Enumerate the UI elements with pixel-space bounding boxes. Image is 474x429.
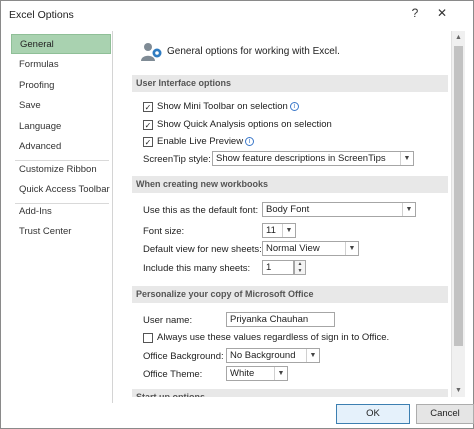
scroll-down-icon[interactable]: ▼ [452, 384, 465, 397]
screentip-style-dropdown[interactable]: Show feature descriptions in ScreenTips … [212, 151, 414, 166]
quick-analysis-checkbox[interactable]: ✓ [143, 120, 153, 130]
office-background-label: Office Background: [143, 351, 224, 362]
default-font-label: Use this as the default font: [143, 205, 259, 216]
chevron-down-icon: ▼ [345, 242, 358, 255]
title-bar: Excel Options ? ✕ [1, 1, 473, 29]
office-background-value: No Background [230, 350, 296, 361]
sidebar-item-add-ins[interactable]: Add-Ins [11, 202, 111, 222]
excel-options-dialog: Excel Options ? ✕ General Formulas Proof… [0, 0, 474, 429]
screentip-style-value: Show feature descriptions in ScreenTips [216, 153, 386, 164]
chevron-down-icon: ▼ [282, 224, 295, 237]
spin-down-icon[interactable]: ▼ [295, 268, 305, 275]
mini-toolbar-checkbox[interactable]: ✓ [143, 102, 153, 112]
category-sidebar: General Formulas Proofing Save Language … [9, 31, 113, 403]
sidebar-item-quick-access-toolbar[interactable]: Quick Access Toolbar [11, 180, 111, 200]
options-panel: General options for working with Excel. … [119, 31, 463, 397]
mini-toolbar-label: Show Mini Toolbar on selection i [157, 101, 299, 112]
font-size-value: 11 [266, 225, 276, 236]
sidebar-item-language[interactable]: Language [11, 117, 111, 137]
section-new-workbooks: When creating new workbooks [132, 176, 448, 193]
sidebar-item-proofing[interactable]: Proofing [11, 76, 111, 96]
chevron-down-icon: ▼ [400, 152, 413, 165]
sidebar-item-save[interactable]: Save [11, 96, 111, 116]
sidebar-item-advanced[interactable]: Advanced [11, 137, 111, 157]
always-use-values-label: Always use these values regardless of si… [157, 332, 390, 343]
options-scrollbar[interactable]: ▲ ▼ [451, 31, 465, 397]
dialog-title: Excel Options [9, 9, 74, 21]
section-user-interface: User Interface options [132, 75, 448, 92]
always-use-values-checkbox[interactable] [143, 333, 153, 343]
sidebar-item-trust-center[interactable]: Trust Center [11, 222, 111, 242]
cancel-button[interactable]: Cancel [416, 404, 474, 424]
office-theme-dropdown[interactable]: White ▼ [226, 366, 288, 381]
section-personalize: Personalize your copy of Microsoft Offic… [132, 286, 448, 303]
default-view-dropdown[interactable]: Normal View ▼ [262, 241, 359, 256]
username-input[interactable]: Priyanka Chauhan [226, 312, 335, 327]
default-font-value: Body Font [266, 204, 310, 215]
quick-analysis-label: Show Quick Analysis options on selection [157, 119, 332, 130]
general-options-icon [139, 41, 163, 63]
live-preview-checkbox[interactable]: ✓ [143, 137, 153, 147]
office-theme-value: White [230, 368, 255, 379]
ok-button[interactable]: OK [336, 404, 410, 424]
office-background-dropdown[interactable]: No Background ▼ [226, 348, 320, 363]
sidebar-item-formulas[interactable]: Formulas [11, 55, 111, 75]
close-button[interactable]: ✕ [433, 6, 451, 22]
scroll-up-icon[interactable]: ▲ [452, 31, 465, 44]
help-button[interactable]: ? [408, 6, 422, 22]
chevron-down-icon: ▼ [274, 367, 287, 380]
chevron-down-icon: ▼ [402, 203, 415, 216]
sidebar-item-general[interactable]: General [11, 34, 111, 54]
office-theme-label: Office Theme: [143, 369, 203, 380]
chevron-down-icon: ▼ [306, 349, 319, 362]
font-size-label: Font size: [143, 226, 185, 237]
info-icon[interactable]: i [245, 137, 255, 146]
font-size-dropdown[interactable]: 11 ▼ [262, 223, 296, 238]
screentip-style-label: ScreenTip style: [143, 154, 211, 165]
default-font-dropdown[interactable]: Body Font ▼ [262, 202, 416, 217]
username-label: User name: [143, 315, 193, 326]
sheet-count-label: Include this many sheets: [143, 263, 251, 274]
default-view-label: Default view for new sheets: [143, 244, 262, 255]
default-view-value: Normal View [266, 243, 320, 254]
sheet-count-input[interactable]: 1 [262, 260, 294, 275]
sheet-count-spinner[interactable]: ▲ ▼ [294, 260, 306, 275]
page-heading: General options for working with Excel. [167, 46, 340, 57]
info-icon[interactable]: i [289, 102, 299, 111]
section-start-up: Start up options [132, 389, 448, 397]
live-preview-label: Enable Live Preview i [157, 136, 255, 147]
scroll-thumb[interactable] [454, 46, 463, 346]
sidebar-item-customize-ribbon[interactable]: Customize Ribbon [11, 160, 111, 180]
mini-toolbar-text: Show Mini Toolbar on selection [157, 101, 288, 112]
live-preview-text: Enable Live Preview [157, 136, 244, 147]
